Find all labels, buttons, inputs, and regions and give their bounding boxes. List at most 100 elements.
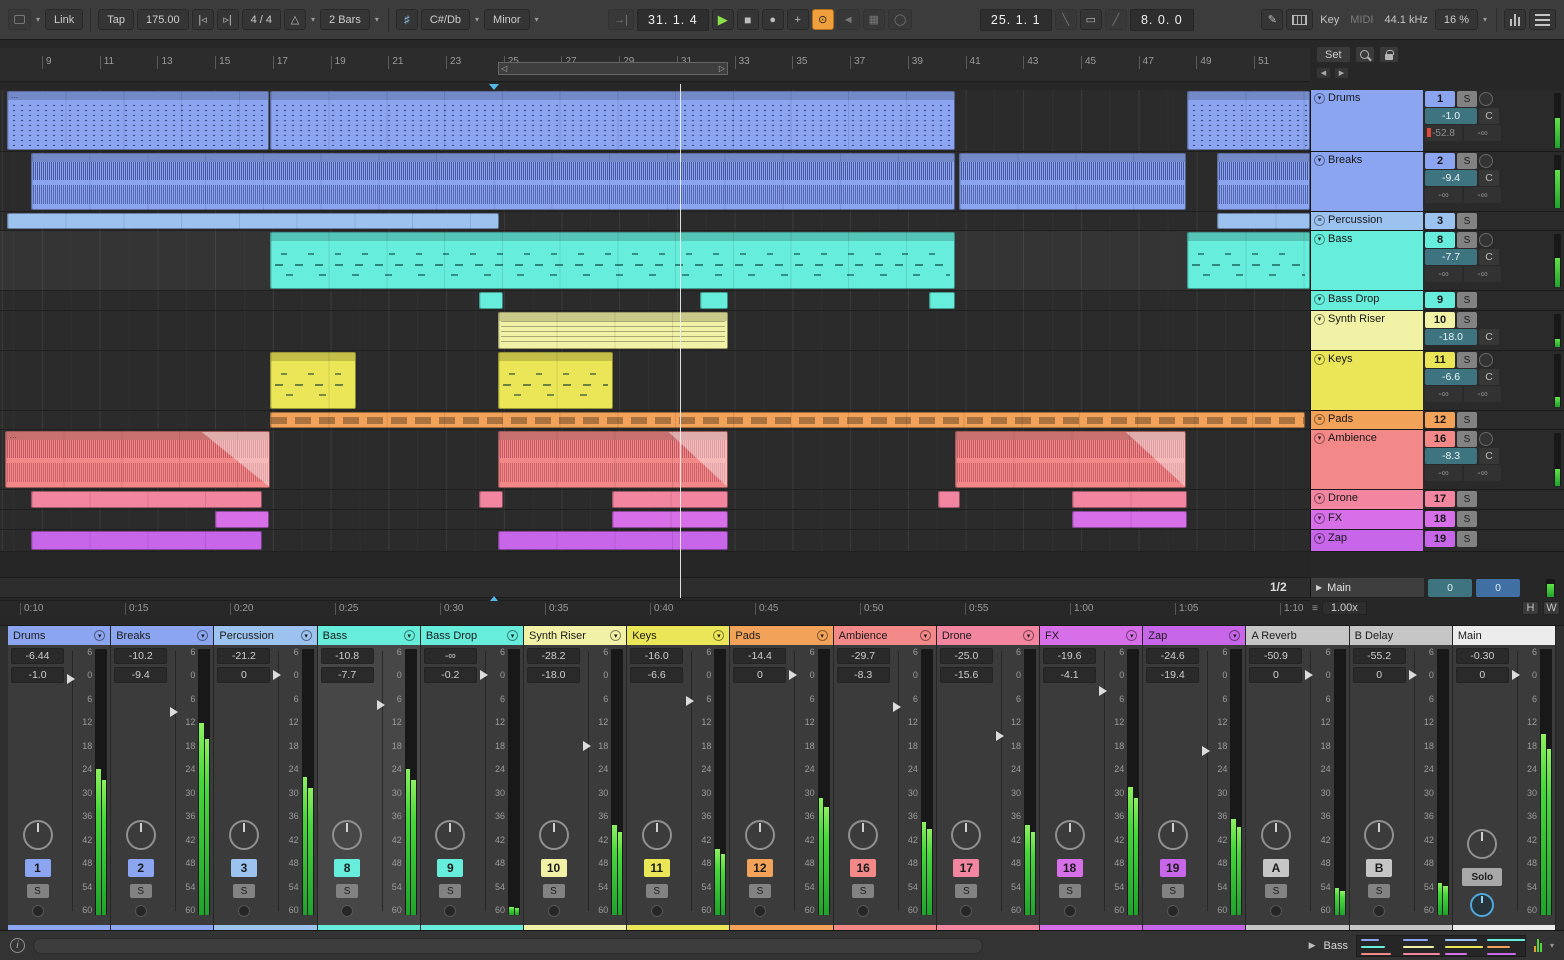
chevron-down-icon[interactable]: ▾	[300, 630, 312, 641]
send-a-field[interactable]: -∞	[1425, 386, 1462, 402]
chevron-down-icon[interactable]: ▾	[197, 630, 209, 641]
send-b-field[interactable]: -∞	[1464, 187, 1501, 203]
track-number[interactable]: 16	[1425, 431, 1455, 447]
loop-brace[interactable]: ◁ ▷	[498, 62, 728, 75]
forward-arrow-button[interactable]: ▶	[1334, 67, 1349, 79]
arm-button[interactable]	[1479, 92, 1493, 106]
arm-button[interactable]	[1479, 432, 1493, 446]
pan-knob[interactable]	[435, 820, 466, 850]
clip-drums[interactable]	[269, 91, 955, 150]
track-activator[interactable]	[1063, 905, 1076, 917]
track-number[interactable]: 19	[1425, 531, 1455, 547]
volume-field[interactable]: -8.3	[836, 667, 890, 683]
track-number-badge[interactable]: 10	[540, 859, 567, 877]
solo-button[interactable]: S	[1368, 884, 1391, 898]
volume-field[interactable]: -15.6	[939, 667, 993, 683]
clip-drone[interactable]	[479, 491, 504, 508]
track-name-block[interactable]: ▾ Drums	[1311, 90, 1423, 151]
zoom-height-button[interactable]: H	[1522, 601, 1539, 615]
track-activator[interactable]	[857, 905, 870, 917]
empty-lane[interactable]	[0, 552, 1310, 578]
clip-bass[interactable]	[269, 232, 955, 289]
mixer-strip-drone[interactable]: Drone ▾ -25.0 -15.6 17 S 6 0 6 12 18 24 30 36 42 48 54 60	[936, 626, 1041, 930]
track-lane-keys[interactable]	[0, 351, 1310, 411]
volume-field[interactable]: -7.7	[320, 667, 374, 683]
volume-fader[interactable]	[1201, 645, 1214, 925]
clip-breaks[interactable]	[1216, 153, 1310, 210]
clip-drums[interactable]	[1186, 91, 1310, 150]
track-lane-bass[interactable]	[0, 231, 1310, 291]
zoom-width-button[interactable]: W	[1543, 601, 1560, 615]
peak-level-display[interactable]: -∞	[423, 648, 477, 664]
mixer-view-toggle[interactable]	[1504, 9, 1527, 30]
volume-fader[interactable]	[376, 645, 389, 925]
chevron-down-icon[interactable]: ▾	[713, 630, 725, 641]
mixer-strip-a-reverb[interactable]: A Reverb -50.9 0 A S 6 0 6 12 18 24 30 36 42 48 54 60	[1246, 626, 1350, 930]
send-a-field[interactable]: -52.8	[1425, 125, 1462, 141]
track-activator[interactable]	[31, 905, 44, 917]
solo-button[interactable]: S	[1457, 431, 1477, 447]
track-activator[interactable]	[753, 905, 766, 917]
volume-field[interactable]: -9.4	[1425, 170, 1477, 186]
track-number[interactable]: 9	[1425, 292, 1455, 308]
clip-zap[interactable]	[31, 531, 262, 550]
main-track-lane[interactable]	[0, 578, 1310, 598]
nudge-down-button[interactable]: |◃	[191, 9, 214, 30]
solo-button[interactable]: S	[1058, 884, 1081, 898]
track-header-fx[interactable]: ▾ FX 18 S	[1311, 510, 1564, 530]
send-b-field[interactable]: -∞	[1464, 266, 1501, 282]
mixer-strip-drums[interactable]: Drums ▾ -6.44 -1.0 1 S 6 0 6 12 18 24 30 36 42 48 54 60	[8, 626, 112, 930]
solo-button[interactable]: S	[1457, 491, 1477, 507]
link-button[interactable]: Link	[45, 9, 84, 30]
solo-button[interactable]: S	[1457, 312, 1477, 328]
solo-button[interactable]: S	[1161, 884, 1184, 898]
track-activator[interactable]	[237, 905, 250, 917]
volume-fader[interactable]	[169, 645, 182, 925]
pan-knob[interactable]	[1467, 829, 1498, 859]
metronome-button[interactable]: △	[284, 9, 307, 30]
pan-knob[interactable]	[1364, 820, 1395, 850]
track-fold-icon[interactable]: ▾	[1314, 433, 1325, 444]
level-meter-icon[interactable]	[1533, 939, 1542, 952]
track-header-drums[interactable]: ▾ Drums 1 S -1.0 C -52.8 -∞	[1311, 90, 1564, 152]
track-header-keys[interactable]: ▾ Keys 11 S -6.6 C -∞ -∞	[1311, 351, 1564, 411]
volume-field[interactable]: -7.7	[1425, 249, 1477, 265]
track-number-badge[interactable]: 1	[24, 859, 51, 877]
chevron-down-icon[interactable]: ▾	[1550, 941, 1554, 950]
device-chain-overview[interactable]	[1355, 934, 1526, 957]
clip-bass-drop[interactable]	[699, 292, 729, 309]
peak-level-display[interactable]: -25.0	[939, 648, 993, 664]
nudge-up-button[interactable]: ▹|	[216, 9, 239, 30]
loop-switch-button[interactable]: ▭	[1079, 9, 1102, 30]
mixer-strip-zap[interactable]: Zap ▾ -24.6 -19.4 19 S 6 0 6 12 18 24 30 36 42 48 54 60	[1143, 626, 1247, 930]
chevron-down-icon[interactable]: ▾	[610, 630, 622, 641]
pan-field[interactable]: C	[1479, 249, 1499, 265]
peak-level-display[interactable]: -6.44	[11, 648, 64, 664]
quantize-menu[interactable]: 2 Bars	[320, 9, 370, 30]
solo-button[interactable]: S	[1457, 292, 1477, 308]
track-number[interactable]: 11	[1425, 352, 1455, 368]
volume-fader[interactable]	[1098, 645, 1111, 925]
track-number[interactable]: 2	[1425, 153, 1455, 169]
track-fold-icon[interactable]: ▾	[1314, 234, 1325, 245]
pan-field[interactable]: C	[1479, 329, 1499, 345]
track-number-badge[interactable]: 9	[437, 859, 464, 877]
chevron-down-icon[interactable]: ▾	[34, 15, 42, 24]
track-lane-drone[interactable]	[0, 490, 1310, 510]
clip-drums[interactable]: …	[6, 91, 269, 150]
track-fold-icon[interactable]: ▾	[1314, 354, 1325, 365]
clip-drone[interactable]	[1071, 491, 1187, 508]
track-number[interactable]: 10	[1425, 312, 1455, 328]
pan-knob[interactable]	[332, 820, 363, 850]
solo-button[interactable]: S	[232, 884, 255, 898]
track-lane-fx[interactable]	[0, 510, 1310, 530]
track-number-badge[interactable]: 17	[953, 859, 980, 877]
preview-play-icon[interactable]: ▶	[1309, 940, 1316, 951]
midi-map-mode-label[interactable]: MIDI	[1346, 14, 1377, 26]
pan-knob[interactable]	[125, 820, 156, 850]
pan-knob[interactable]	[22, 820, 53, 850]
track-lane-percussion[interactable]	[0, 212, 1310, 231]
volume-fader[interactable]	[788, 645, 801, 925]
send-b-field[interactable]: -∞	[1464, 465, 1501, 481]
peak-level-display[interactable]: -28.2	[527, 648, 581, 664]
